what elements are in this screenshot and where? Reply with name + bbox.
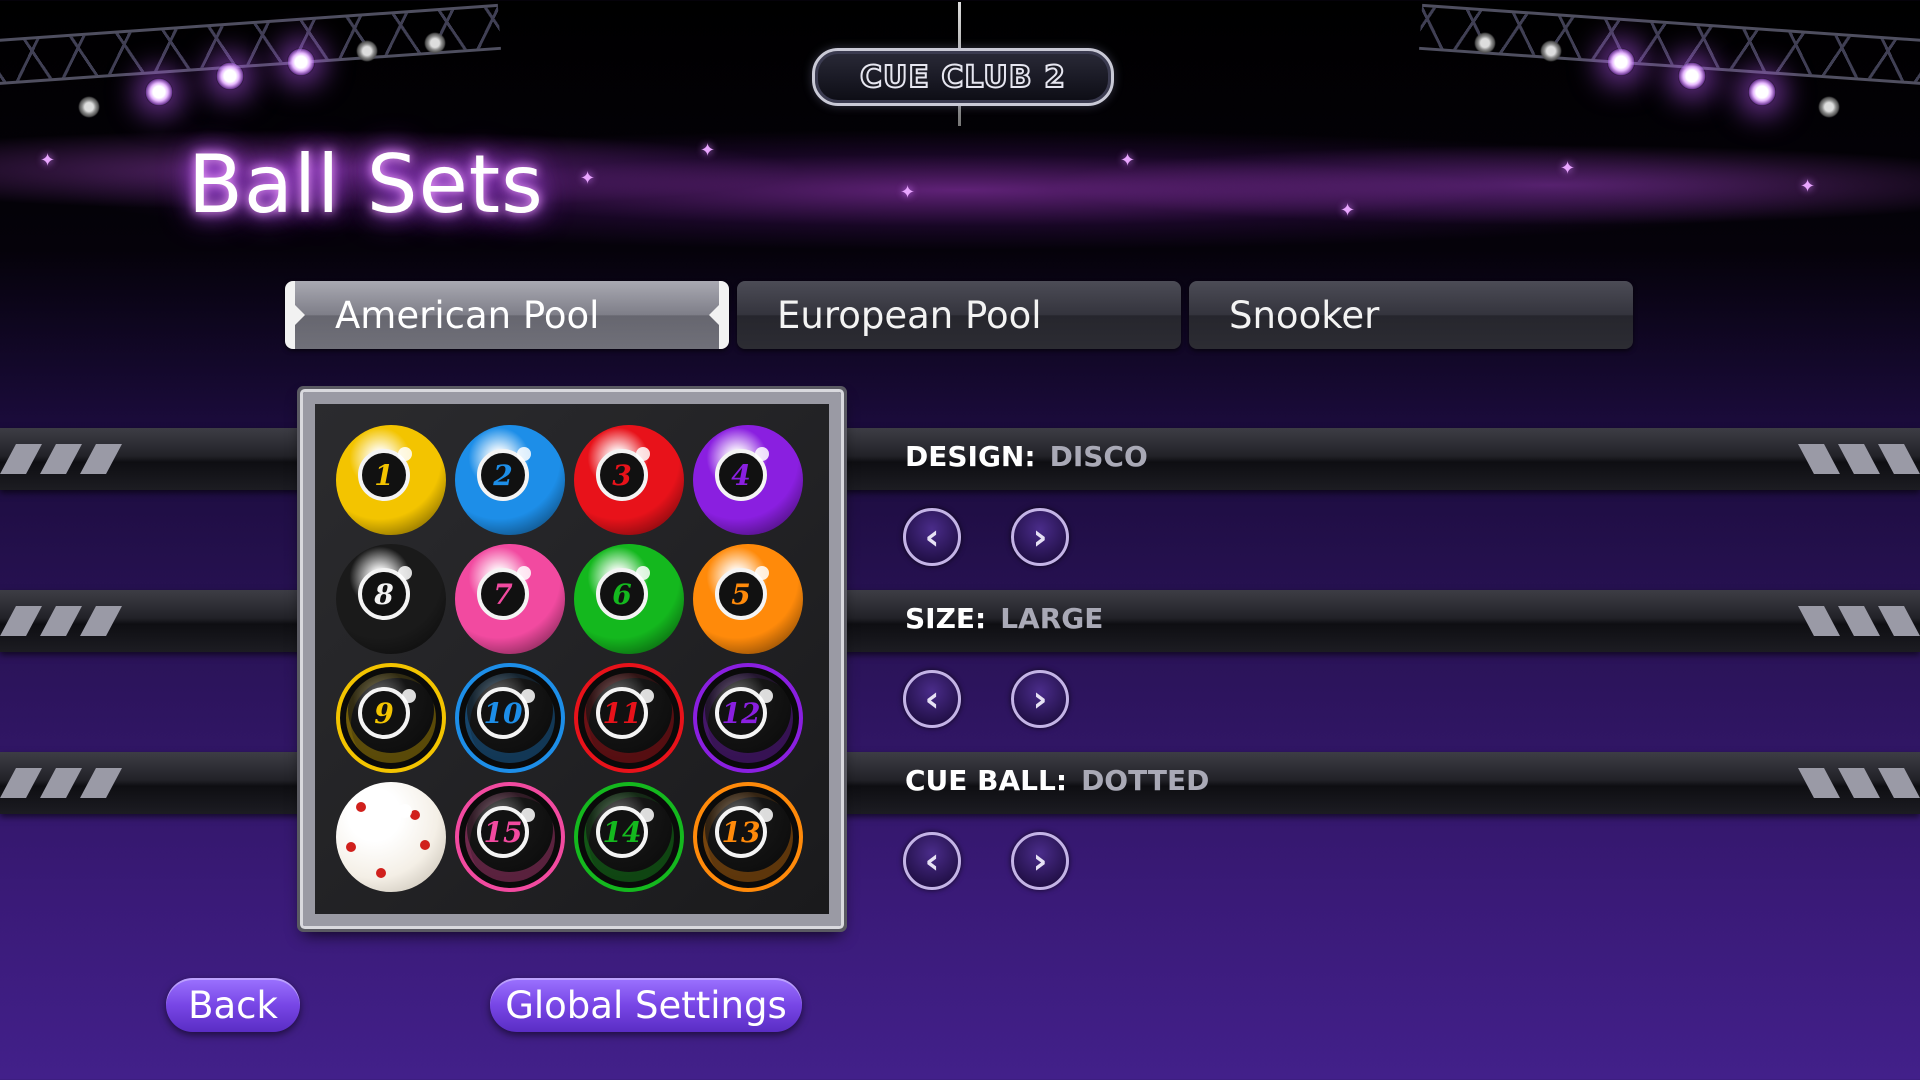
ball-highlight bbox=[521, 689, 535, 703]
ball-highlight bbox=[402, 689, 416, 703]
pool-ball-7: 7 bbox=[455, 544, 565, 654]
pool-ball-9: 9 bbox=[336, 663, 446, 773]
pool-ball-1: 1 bbox=[336, 425, 446, 535]
pool-ball-6: 6 bbox=[574, 544, 684, 654]
cue-ball bbox=[336, 782, 446, 892]
back-button-label: Back bbox=[188, 983, 278, 1027]
ball-highlight bbox=[521, 808, 535, 822]
ball-highlight bbox=[517, 566, 531, 580]
sparkle-icon: ✦ bbox=[700, 140, 716, 161]
design-value: DISCO bbox=[1049, 440, 1148, 473]
ball-highlight bbox=[755, 447, 769, 461]
pool-ball-3: 3 bbox=[574, 425, 684, 535]
pool-ball-15: 15 bbox=[455, 782, 565, 892]
ball-highlight bbox=[398, 566, 412, 580]
cue-ball-label: CUE BALL: bbox=[905, 764, 1068, 797]
stage-light-icon bbox=[1818, 96, 1840, 118]
stage-light-icon bbox=[1607, 48, 1635, 76]
size-next-button[interactable]: › bbox=[1011, 670, 1069, 728]
ball-highlight bbox=[398, 447, 412, 461]
ball-highlight bbox=[640, 689, 654, 703]
size-value: LARGE bbox=[1000, 602, 1104, 635]
cue-ball-next-button[interactable]: › bbox=[1011, 832, 1069, 890]
cue-ball-dot bbox=[356, 802, 366, 812]
pool-ball-2: 2 bbox=[455, 425, 565, 535]
stage-light-icon bbox=[424, 32, 446, 54]
ball-highlight bbox=[636, 447, 650, 461]
sparkle-icon: ✦ bbox=[900, 182, 916, 203]
sparkle-icon: ✦ bbox=[1120, 150, 1136, 171]
pool-ball-10: 10 bbox=[455, 663, 565, 773]
page-title: Ball Sets bbox=[188, 138, 544, 231]
chevron-right-icon: › bbox=[1032, 678, 1048, 720]
global-settings-button-label: Global Settings bbox=[505, 983, 787, 1027]
size-label: SIZE: bbox=[905, 602, 987, 635]
chevron-left-icon: ‹ bbox=[924, 516, 940, 558]
ball-set-preview: 1 2 3 4 8 7 6 5 9 10 11 12 15 14 13 bbox=[303, 392, 841, 926]
size-option: SIZE: LARGE bbox=[905, 602, 1103, 635]
cue-ball-dot bbox=[346, 842, 356, 852]
design-option: DESIGN: DISCO bbox=[905, 440, 1148, 473]
back-button[interactable]: Back bbox=[166, 978, 300, 1032]
cue-ball-dot bbox=[420, 840, 430, 850]
chevron-left-icon: ‹ bbox=[924, 678, 940, 720]
stage-light-icon bbox=[216, 62, 244, 90]
logo-text: CUE CLUB 2 bbox=[859, 59, 1066, 96]
stage-light-icon bbox=[145, 78, 173, 106]
design-next-button[interactable]: › bbox=[1011, 508, 1069, 566]
ball-highlight bbox=[517, 447, 531, 461]
design-label: DESIGN: bbox=[905, 440, 1036, 473]
pool-ball-14: 14 bbox=[574, 782, 684, 892]
design-prev-button[interactable]: ‹ bbox=[903, 508, 961, 566]
sparkle-icon: ✦ bbox=[580, 168, 596, 189]
tab-label: American Pool bbox=[335, 293, 600, 337]
pool-ball-4: 4 bbox=[693, 425, 803, 535]
ball-highlight bbox=[636, 566, 650, 580]
tab-label: Snooker bbox=[1229, 293, 1380, 337]
stage-light-icon bbox=[1678, 62, 1706, 90]
pool-ball-11: 11 bbox=[574, 663, 684, 773]
sparkle-icon: ✦ bbox=[1560, 158, 1576, 179]
sparkle-icon: ✦ bbox=[1340, 200, 1356, 221]
stage-light-icon bbox=[356, 40, 378, 62]
stage-light-icon bbox=[1540, 40, 1562, 62]
pool-ball-5: 5 bbox=[693, 544, 803, 654]
chevron-right-icon: › bbox=[1032, 516, 1048, 558]
sparkle-icon: ✦ bbox=[40, 150, 56, 171]
game-logo: CUE CLUB 2 bbox=[812, 48, 1114, 106]
sparkle-icon: ✦ bbox=[1800, 176, 1816, 197]
ball-highlight bbox=[755, 566, 769, 580]
cue-ball-value: DOTTED bbox=[1081, 764, 1210, 797]
ball-highlight bbox=[759, 689, 773, 703]
pool-ball-13: 13 bbox=[693, 782, 803, 892]
chevron-right-icon: › bbox=[1032, 840, 1048, 882]
chevron-left-icon: ‹ bbox=[924, 840, 940, 882]
global-settings-button[interactable]: Global Settings bbox=[490, 978, 802, 1032]
stage-light-icon bbox=[287, 48, 315, 76]
ball-highlight bbox=[398, 804, 412, 818]
stage-light-icon bbox=[78, 96, 100, 118]
tab-american-pool[interactable]: American Pool bbox=[285, 281, 729, 349]
size-prev-button[interactable]: ‹ bbox=[903, 670, 961, 728]
cue-ball-option: CUE BALL: DOTTED bbox=[905, 764, 1209, 797]
tab-snooker[interactable]: Snooker bbox=[1189, 281, 1633, 349]
ball-highlight bbox=[640, 808, 654, 822]
tab-european-pool[interactable]: European Pool bbox=[737, 281, 1181, 349]
stage-light-icon bbox=[1474, 32, 1496, 54]
ball-highlight bbox=[759, 808, 773, 822]
pool-ball-12: 12 bbox=[693, 663, 803, 773]
cue-ball-prev-button[interactable]: ‹ bbox=[903, 832, 961, 890]
tab-label: European Pool bbox=[777, 293, 1042, 337]
stage-light-icon bbox=[1748, 78, 1776, 106]
pool-ball-8: 8 bbox=[336, 544, 446, 654]
cue-ball-dot bbox=[376, 868, 386, 878]
ball-grid: 1 2 3 4 8 7 6 5 9 10 11 12 15 14 13 bbox=[328, 417, 816, 905]
